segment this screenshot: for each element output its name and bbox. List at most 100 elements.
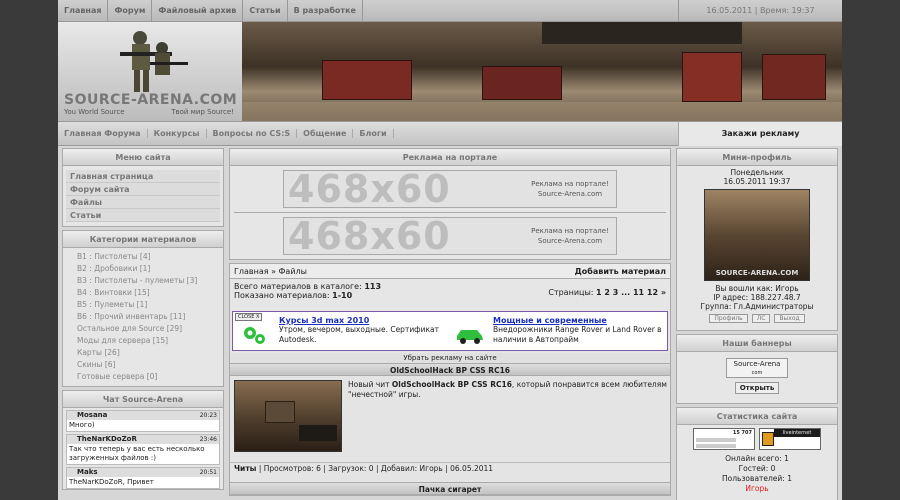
- chat-title: Чат Source-Arena: [63, 391, 223, 408]
- soldier-icon: [120, 31, 188, 92]
- profile-login: Вы вошли как: Игорь: [715, 284, 799, 293]
- entry-description: Новый чит OldSchoolHack BP CSS RC16, кот…: [348, 380, 668, 400]
- car-icon: [457, 330, 483, 344]
- chat-time: 23:46: [199, 436, 217, 443]
- menu-item-forum[interactable]: Форум сайта: [66, 183, 220, 196]
- chat-time: 20:51: [199, 469, 217, 476]
- chat-text: TheNarKDoZoR, Привет: [69, 478, 154, 486]
- site-banner[interactable]: Source-Arena com: [726, 358, 788, 378]
- shown-value: 1-10: [332, 291, 353, 300]
- entry-footer: Читы | Просмотров: 6 | Загрузок: 0 | Доб…: [230, 462, 670, 474]
- profile-group: Группа: Гл.Администраторы: [700, 302, 814, 311]
- our-banners: Наши баннеры Source-Arena com Открыть: [676, 334, 838, 404]
- categories: Категории материалов B1 : Пистолеты [4] …: [62, 230, 224, 387]
- header-banner: [242, 22, 842, 121]
- ad-banner[interactable]: 468x60 Реклама на портале! Source-Arena.…: [283, 214, 617, 258]
- pagination[interactable]: 1 2 3 ... 11 12 »: [596, 288, 666, 297]
- add-material-link[interactable]: Добавить материал: [575, 264, 666, 278]
- category-item[interactable]: Моды для сервера [15]: [63, 335, 223, 347]
- topnav-files[interactable]: Файловый архив: [152, 0, 244, 22]
- chat-message: Maks 20:51 TheNarKDoZoR, Привет: [66, 467, 220, 489]
- mainnav-blogs[interactable]: Блоги: [353, 129, 394, 138]
- chat-message: Mosana 20:23 Много): [66, 410, 220, 432]
- ad-banner[interactable]: 468x60 Реклама на портале! Source-Arena.…: [283, 167, 617, 211]
- category-item[interactable]: Готовые сервера [0]: [63, 371, 223, 383]
- category-item[interactable]: Скины [6]: [63, 359, 223, 371]
- entry-title[interactable]: Пачка сигарет: [230, 482, 670, 495]
- order-ad-link[interactable]: Закажи рекламу: [678, 121, 842, 146]
- ad-side-text: Реклама на портале! Source-Arena.com: [531, 227, 609, 245]
- menu-item-files[interactable]: Файлы: [66, 196, 220, 209]
- liveinternet-counter[interactable]: liveinternet: [759, 428, 821, 450]
- profile-datetime: 16.05.2011 19:37: [723, 177, 791, 186]
- logo[interactable]: SOURCE-ARENA.COM You World Source Твой м…: [58, 22, 242, 121]
- chat-text: Много): [69, 421, 95, 429]
- counter-widget[interactable]: 15 707: [693, 428, 755, 450]
- right-column: Мини-профиль Понедельник 16.05.2011 19:3…: [676, 148, 838, 500]
- logo-title: SOURCE-ARENA.COM: [64, 92, 238, 108]
- ad-side-text: Реклама на портале! Source-Arena.com: [531, 180, 609, 198]
- chat: Чат Source-Arena Mosana 20:23 Много) TheN…: [62, 390, 224, 490]
- date-time: 16.05.2011 | Время: 19:37: [678, 0, 842, 22]
- close-ads-button[interactable]: CLOSE X: [235, 313, 263, 321]
- topnav-articles[interactable]: Статьи: [243, 0, 288, 22]
- breadcrumb-text[interactable]: Главная » Файлы: [234, 264, 307, 278]
- site-menu-title: Меню сайта: [63, 149, 223, 166]
- categories-title: Категории материалов: [63, 231, 223, 248]
- remove-ads-link[interactable]: Убрать рекламу на сайте: [230, 353, 670, 363]
- site: Главная Форум Файловый архив Статьи В ра…: [58, 0, 842, 500]
- ad-size: 468x60: [288, 214, 451, 258]
- category-item[interactable]: B2 : Дробовики [1]: [63, 263, 223, 275]
- category-item[interactable]: Остальное для Source [29]: [63, 323, 223, 335]
- ad2-link[interactable]: Мощные и современные: [493, 316, 607, 325]
- chat-user[interactable]: Maks: [77, 468, 98, 476]
- open-button[interactable]: Открыть: [735, 382, 779, 394]
- chat-user[interactable]: TheNarKDoZoR: [77, 435, 137, 443]
- text-ads: CLOSE X Курсы 3d max 2010 Утром, вечером…: [232, 311, 668, 351]
- mainnav-forum-home[interactable]: Главная Форума: [58, 129, 148, 138]
- mainnav-chat[interactable]: Общение: [297, 129, 354, 138]
- desc-bold: OldSchoolHack BP CSS RC16: [391, 380, 512, 389]
- menu-item-articles[interactable]: Статьи: [66, 209, 220, 222]
- menu-item-home[interactable]: Главная страница: [66, 170, 220, 183]
- avatar[interactable]: SOURCE-ARENA.COM: [704, 189, 810, 281]
- left-column: Меню сайта Главная страница Форум сайта …: [62, 148, 224, 493]
- category-item[interactable]: Карты [26]: [63, 347, 223, 359]
- profile-ip: IP адрес: 188.227.48.7: [713, 293, 801, 302]
- ad2-text: Внедорожники Range Rover и Land Rover в …: [493, 325, 662, 344]
- shown-label: Показано материалов:: [234, 291, 330, 300]
- counter-value: 15 707: [732, 430, 752, 436]
- breadcrumb: Главная » Файлы Добавить материал: [230, 264, 670, 279]
- topnav-home[interactable]: Главная: [58, 0, 109, 22]
- site-menu: Меню сайта Главная страница Форум сайта …: [62, 148, 224, 227]
- logout-button[interactable]: Выход: [774, 314, 805, 323]
- ads-title: Реклама на портале: [230, 149, 670, 166]
- pages-label: Страницы:: [548, 288, 594, 297]
- entry-thumbnail[interactable]: [234, 380, 342, 452]
- main-nav: Главная Форума Конкурсы Вопросы по CS:S …: [58, 121, 842, 146]
- category-item[interactable]: B5 : Пулеметы [1]: [63, 299, 223, 311]
- stats-title: Статистика сайта: [677, 408, 837, 425]
- chat-time: 20:23: [199, 412, 217, 419]
- entry-category[interactable]: Читы: [234, 464, 256, 473]
- mainnav-questions[interactable]: Вопросы по CS:S: [207, 129, 298, 138]
- ad1-link[interactable]: Курсы 3d max 2010: [279, 316, 369, 325]
- chat-user[interactable]: Mosana: [77, 411, 107, 419]
- online-user[interactable]: Игорь: [677, 484, 837, 494]
- category-item[interactable]: B6 : Прочий инвентарь [11]: [63, 311, 223, 323]
- mainnav-contests[interactable]: Конкурсы: [148, 129, 207, 138]
- logo-sub-left: You World Source: [64, 108, 125, 116]
- entry-meta: | Просмотров: 6 | Загрузок: 0 | Добавил:…: [256, 464, 494, 473]
- top-nav: Главная Форум Файловый архив Статьи В ра…: [58, 0, 842, 22]
- profile-day: Понедельник: [730, 168, 784, 177]
- topnav-dev[interactable]: В разработке: [288, 0, 363, 22]
- category-item[interactable]: B4 : Винтовки [15]: [63, 287, 223, 299]
- topnav-forum[interactable]: Форум: [108, 0, 153, 22]
- profile-button[interactable]: Профиль: [709, 314, 748, 323]
- ad-size: 468x60: [288, 167, 451, 211]
- entry-title[interactable]: OldSchoolHack BP CSS RC16: [230, 363, 670, 376]
- logo-sub-right: Твой мир Source!: [171, 108, 234, 116]
- category-item[interactable]: B3 : Пистолеты - пулеметы [3]: [63, 275, 223, 287]
- category-item[interactable]: B1 : Пистолеты [4]: [63, 251, 223, 263]
- messages-button[interactable]: ЛС: [751, 314, 771, 323]
